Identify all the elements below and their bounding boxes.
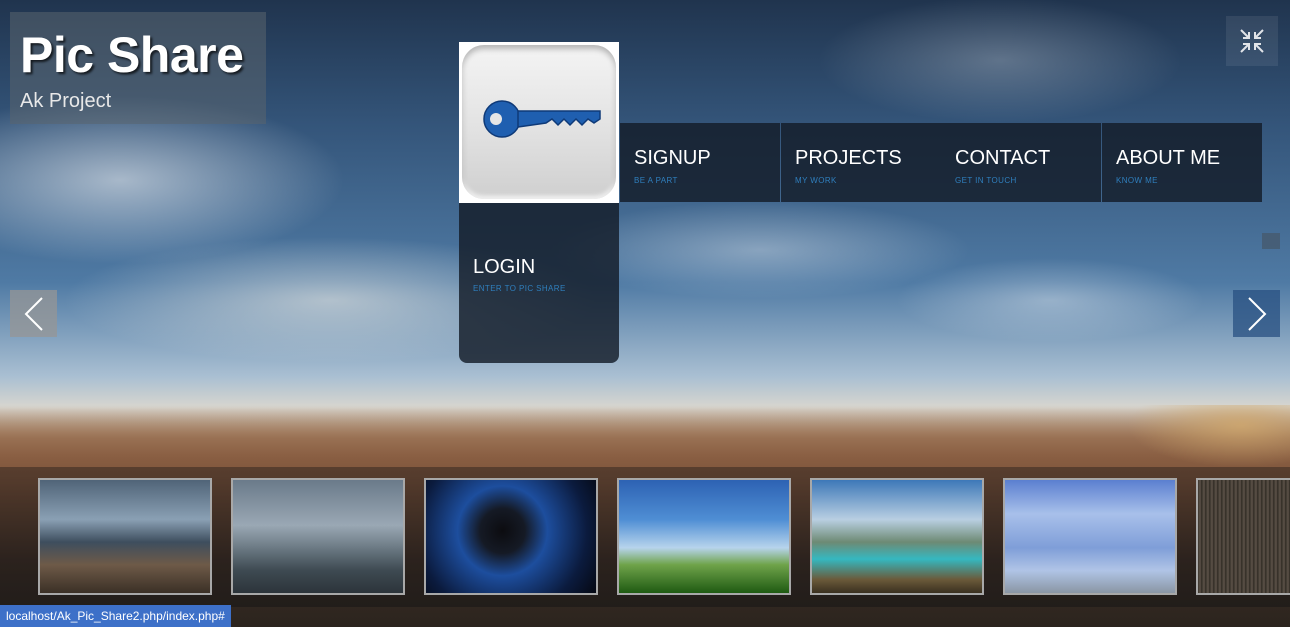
site-logo: Pic Share Ak Project xyxy=(10,12,266,124)
fullscreen-button[interactable] xyxy=(1226,16,1278,66)
thumbnail-grass-sky[interactable] xyxy=(617,478,791,595)
chevron-left-icon xyxy=(24,296,43,331)
thumbnail-space-planet[interactable] xyxy=(424,478,598,595)
next-slide-button[interactable] xyxy=(1233,290,1280,337)
menu-contact-label: CONTACT xyxy=(955,147,1051,169)
prev-slide-button[interactable] xyxy=(10,290,57,337)
slide-indicator[interactable] xyxy=(1262,233,1280,249)
key-icon xyxy=(483,100,601,138)
menu-login-sub: ENTER TO PIC SHARE xyxy=(473,284,566,293)
fullscreen-exit-icon xyxy=(1240,29,1264,53)
menu-signup-label: SIGNUP xyxy=(634,147,711,169)
menu-about[interactable]: ABOUT ME KNOW ME xyxy=(1102,123,1262,202)
key-tile xyxy=(459,42,619,203)
menu-signup[interactable]: SIGNUP BE A PART xyxy=(620,123,780,202)
menu-about-sub: KNOW ME xyxy=(1116,176,1158,185)
thumbnail-portrait[interactable] xyxy=(1196,478,1290,595)
thumbnail-coastal-lake[interactable] xyxy=(810,478,984,595)
browser-status-url: localhost/Ak_Pic_Share2.php/index.php# xyxy=(0,605,231,627)
menu-login[interactable]: LOGIN ENTER TO PIC SHARE xyxy=(459,203,619,363)
menu-signup-sub: BE A PART xyxy=(634,176,678,185)
menu-contact[interactable]: CONTACT GET IN TOUCH xyxy=(941,123,1101,202)
thumbnail-misty-cliffs[interactable] xyxy=(231,478,405,595)
menu-projects-sub: MY WORK xyxy=(795,176,837,185)
thumbnail-canyon-sky[interactable] xyxy=(38,478,212,595)
menu-contact-sub: GET IN TOUCH xyxy=(955,176,1017,185)
menu-login-label: LOGIN xyxy=(473,256,536,278)
site-subtitle: Ak Project xyxy=(20,90,112,112)
menu-projects-label: PROJECTS xyxy=(795,147,902,169)
site-title: Pic Share xyxy=(20,27,244,83)
menu-about-label: ABOUT ME xyxy=(1116,147,1221,169)
menu-projects[interactable]: PROJECTS MY WORK xyxy=(781,123,941,202)
chevron-right-icon xyxy=(1247,296,1266,331)
thumbnail-blue-clouds[interactable] xyxy=(1003,478,1177,595)
